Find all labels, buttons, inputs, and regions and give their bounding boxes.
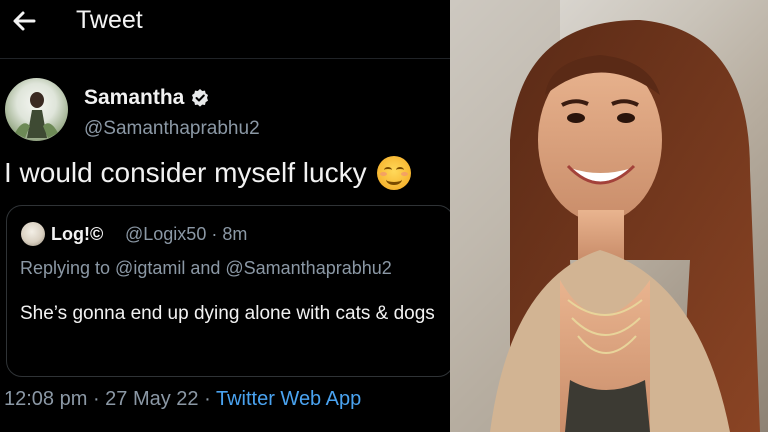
meme-composite: Tweet Samantha @Samanthaprabhu2 I would … xyxy=(0,0,768,432)
tweet-pane: Tweet Samantha @Samanthaprabhu2 I would … xyxy=(0,0,450,432)
emoji-mouth xyxy=(385,174,402,185)
tweet-body: I would consider myself lucky xyxy=(4,156,411,190)
avatar[interactable] xyxy=(5,78,68,141)
author-handle[interactable]: @Samanthaprabhu2 xyxy=(84,118,260,140)
emoji-blush-right xyxy=(400,172,408,176)
author-name-text: Samantha xyxy=(84,86,185,109)
header-divider xyxy=(0,58,450,59)
portrait-illustration xyxy=(450,0,760,432)
quoted-handle-time: @Logix50 · 8m xyxy=(125,224,248,244)
quoted-replying-to: Replying to @igtamil and @Samanthaprabhu… xyxy=(20,258,392,278)
quoted-text: She’s gonna end up dying alone with cats… xyxy=(20,303,435,324)
tweet-header: Tweet xyxy=(0,0,450,44)
avatar-image xyxy=(15,92,58,138)
verified-badge-icon xyxy=(192,89,209,107)
tweet-source-link[interactable]: Twitter Web App xyxy=(216,388,361,410)
arrow-left-icon[interactable] xyxy=(10,6,40,36)
tweet-timestamp: 12:08 pm · 27 May 22 · xyxy=(4,388,216,410)
smiling-blush-emoji-icon xyxy=(376,156,411,190)
quoted-avatar[interactable] xyxy=(21,222,45,246)
tweet-meta: 12:08 pm · 27 May 22 · Twitter Web App xyxy=(4,388,361,411)
page-title: Tweet xyxy=(76,6,143,34)
quoted-tweet[interactable]: Log!© @Logix50 · 8m Replying to @igtamil… xyxy=(6,205,450,377)
tweet-text: I would consider myself lucky xyxy=(4,157,367,188)
portrait-photo xyxy=(450,0,768,432)
author-name[interactable]: Samantha xyxy=(84,86,210,110)
quoted-author-name: Log!© xyxy=(51,224,104,244)
